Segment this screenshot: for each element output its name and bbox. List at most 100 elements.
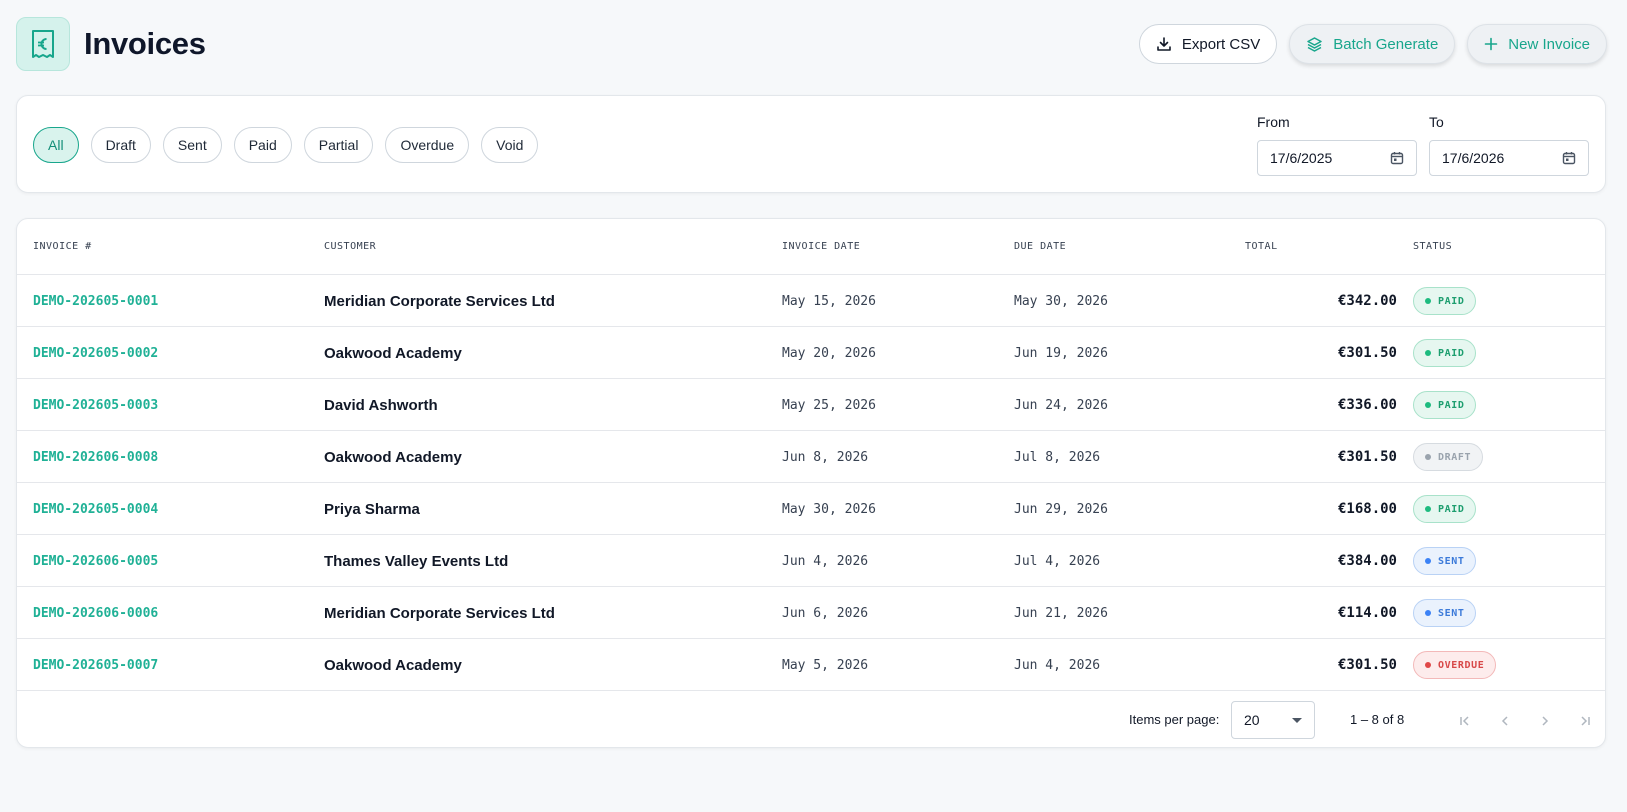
filter-chip-void[interactable]: Void (481, 127, 539, 163)
invoice-number-link[interactable]: DEMO-202605-0004 (33, 483, 158, 535)
items-per-page-select[interactable]: 20 (1231, 701, 1315, 739)
from-date-input[interactable]: 17/6/2025 (1257, 140, 1417, 176)
chevron-left-icon (1501, 716, 1508, 726)
invoices-table: INVOICE # CUSTOMER INVOICE DATE DUE DATE… (16, 218, 1606, 748)
table-row[interactable]: DEMO-202606-0008 Oakwood Academy Jun 8, 20… (17, 431, 1605, 483)
column-header-due-date[interactable]: DUE DATE (1014, 241, 1066, 252)
due-date: May 30, 2026 (1014, 293, 1108, 309)
items-per-page-value: 20 (1244, 712, 1260, 728)
invoice-total: €168.00 (1337, 501, 1397, 517)
column-header-invoice-date[interactable]: INVOICE DATE (782, 241, 860, 252)
first-page-button[interactable] (1449, 705, 1481, 737)
customer-name: David Ashworth (324, 396, 438, 414)
invoice-number-link[interactable]: DEMO-202606-0005 (33, 535, 158, 587)
invoice-number-link[interactable]: DEMO-202606-0006 (33, 587, 158, 639)
from-date-value: 17/6/2025 (1270, 150, 1333, 166)
column-header-invoice[interactable]: INVOICE # (33, 241, 92, 252)
due-date: Jun 24, 2026 (1014, 397, 1108, 413)
calendar-icon[interactable] (1390, 151, 1404, 165)
status-label: PAID (1438, 347, 1465, 359)
invoice-total: €336.00 (1337, 397, 1397, 413)
to-date-input[interactable]: 17/6/2026 (1429, 140, 1589, 176)
table-row[interactable]: DEMO-202605-0004 Priya Sharma May 30, 2026… (17, 483, 1605, 535)
calendar-icon[interactable] (1562, 151, 1576, 165)
from-date-label: From (1257, 114, 1290, 130)
invoice-date: Jun 4, 2026 (782, 553, 869, 569)
items-per-page-label: Items per page: (1129, 712, 1220, 727)
plus-icon (1484, 37, 1498, 51)
download-icon (1156, 36, 1172, 52)
status-dot-icon (1425, 402, 1431, 408)
status-dot-icon (1425, 662, 1431, 668)
status-label: PAID (1438, 503, 1465, 515)
column-header-customer[interactable]: CUSTOMER (324, 241, 376, 252)
last-page-button[interactable] (1569, 705, 1601, 737)
invoice-date: May 30, 2026 (782, 501, 876, 517)
status-dot-icon (1425, 610, 1431, 616)
invoice-total: €114.00 (1337, 605, 1397, 621)
page-title: Invoices (84, 26, 206, 61)
table-row[interactable]: DEMO-202605-0003 David Ashworth May 25, 20… (17, 379, 1605, 431)
status-dot-icon (1425, 298, 1431, 304)
status-badge: SENT (1413, 547, 1477, 575)
table-row[interactable]: DEMO-202606-0005 Thames Valley Events Ltd… (17, 535, 1605, 587)
euro-receipt-icon (16, 17, 70, 71)
last-page-icon (1581, 716, 1590, 726)
header-actions: Export CSV Batch Generate New Invoice (1138, 24, 1607, 64)
chevron-right-icon (1542, 716, 1549, 726)
table-row[interactable]: DEMO-202606-0006 Meridian Corporate Servi… (17, 587, 1605, 639)
invoice-total: €301.50 (1337, 345, 1397, 361)
status-badge: PAID (1413, 287, 1477, 315)
status-badge: OVERDUE (1413, 651, 1497, 679)
table-paginator: Items per page: 20 1 – 8 of 8 (17, 692, 1605, 747)
status-label: SENT (1438, 607, 1465, 619)
export-csv-button[interactable]: Export CSV (1138, 24, 1278, 64)
due-date: Jun 19, 2026 (1014, 345, 1108, 361)
page-header: Invoices Export CSV Batch Generate New I… (16, 17, 1607, 71)
status-cell: SENT (1413, 535, 1477, 587)
invoice-date: May 5, 2026 (782, 657, 869, 673)
filter-chip-paid[interactable]: Paid (233, 127, 292, 163)
customer-name: Oakwood Academy (324, 448, 462, 466)
from-date-group: From 17/6/2025 (1257, 114, 1417, 176)
invoice-total: €301.50 (1337, 449, 1397, 465)
table-header: INVOICE # CUSTOMER INVOICE DATE DUE DATE… (17, 219, 1605, 275)
previous-page-button[interactable] (1489, 705, 1521, 737)
status-label: PAID (1438, 399, 1465, 411)
due-date: Jul 4, 2026 (1014, 553, 1101, 569)
table-row[interactable]: DEMO-202605-0007 Oakwood Academy May 5, 20… (17, 639, 1605, 691)
to-date-label: To (1429, 114, 1444, 130)
status-filter-chips: All Draft Sent Paid Partial Overdue Void (33, 127, 539, 163)
batch-generate-button[interactable]: Batch Generate (1289, 24, 1456, 64)
table-row[interactable]: DEMO-202605-0002 Oakwood Academy May 20, 2… (17, 327, 1605, 379)
status-cell: PAID (1413, 275, 1477, 327)
to-date-value: 17/6/2026 (1442, 150, 1505, 166)
table-row[interactable]: DEMO-202605-0001 Meridian Corporate Servi… (17, 275, 1605, 327)
due-date: Jul 8, 2026 (1014, 449, 1101, 465)
status-badge: PAID (1413, 339, 1477, 367)
customer-name: Oakwood Academy (324, 656, 462, 674)
invoice-date: Jun 8, 2026 (782, 449, 869, 465)
invoice-number-link[interactable]: DEMO-202605-0003 (33, 379, 158, 431)
column-header-total[interactable]: TOTAL (1245, 241, 1278, 252)
next-page-button[interactable] (1529, 705, 1561, 737)
new-invoice-button[interactable]: New Invoice (1467, 24, 1607, 64)
customer-name: Meridian Corporate Services Ltd (324, 292, 555, 310)
filter-chip-partial[interactable]: Partial (303, 127, 374, 163)
status-cell: PAID (1413, 379, 1477, 431)
invoice-number-link[interactable]: DEMO-202605-0001 (33, 275, 158, 327)
batch-generate-label: Batch Generate (1333, 35, 1439, 53)
invoice-number-link[interactable]: DEMO-202606-0008 (33, 431, 158, 483)
filter-chip-all[interactable]: All (33, 127, 79, 163)
filter-chip-sent[interactable]: Sent (162, 127, 222, 163)
caret-down-icon (1292, 717, 1302, 723)
filter-chip-overdue[interactable]: Overdue (385, 127, 470, 163)
invoice-number-link[interactable]: DEMO-202605-0007 (33, 639, 158, 691)
status-dot-icon (1425, 454, 1431, 460)
status-badge: DRAFT (1413, 443, 1484, 471)
status-dot-icon (1425, 506, 1431, 512)
filter-chip-draft[interactable]: Draft (90, 127, 151, 163)
column-header-status[interactable]: STATUS (1413, 241, 1452, 252)
invoice-number-link[interactable]: DEMO-202605-0002 (33, 327, 158, 379)
status-cell: PAID (1413, 483, 1477, 535)
